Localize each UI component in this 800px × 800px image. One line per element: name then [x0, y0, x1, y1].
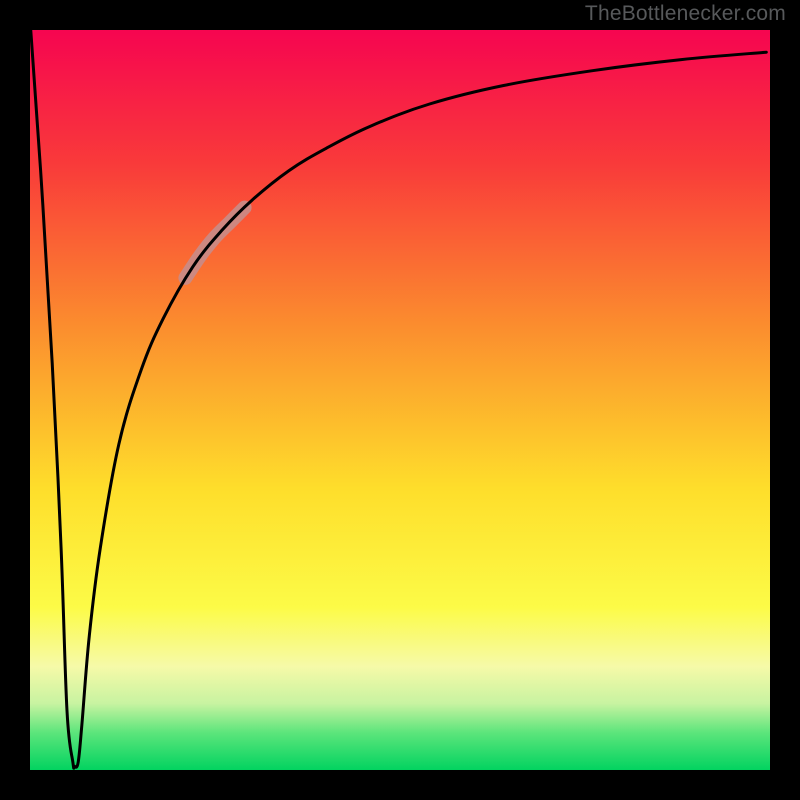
chart-svg [30, 30, 770, 770]
gradient-background [30, 30, 770, 770]
watermark-text: TheBottlenecker.com [585, 2, 786, 26]
chart-frame: TheBottlenecker.com [0, 0, 800, 800]
plot-area [30, 30, 770, 770]
